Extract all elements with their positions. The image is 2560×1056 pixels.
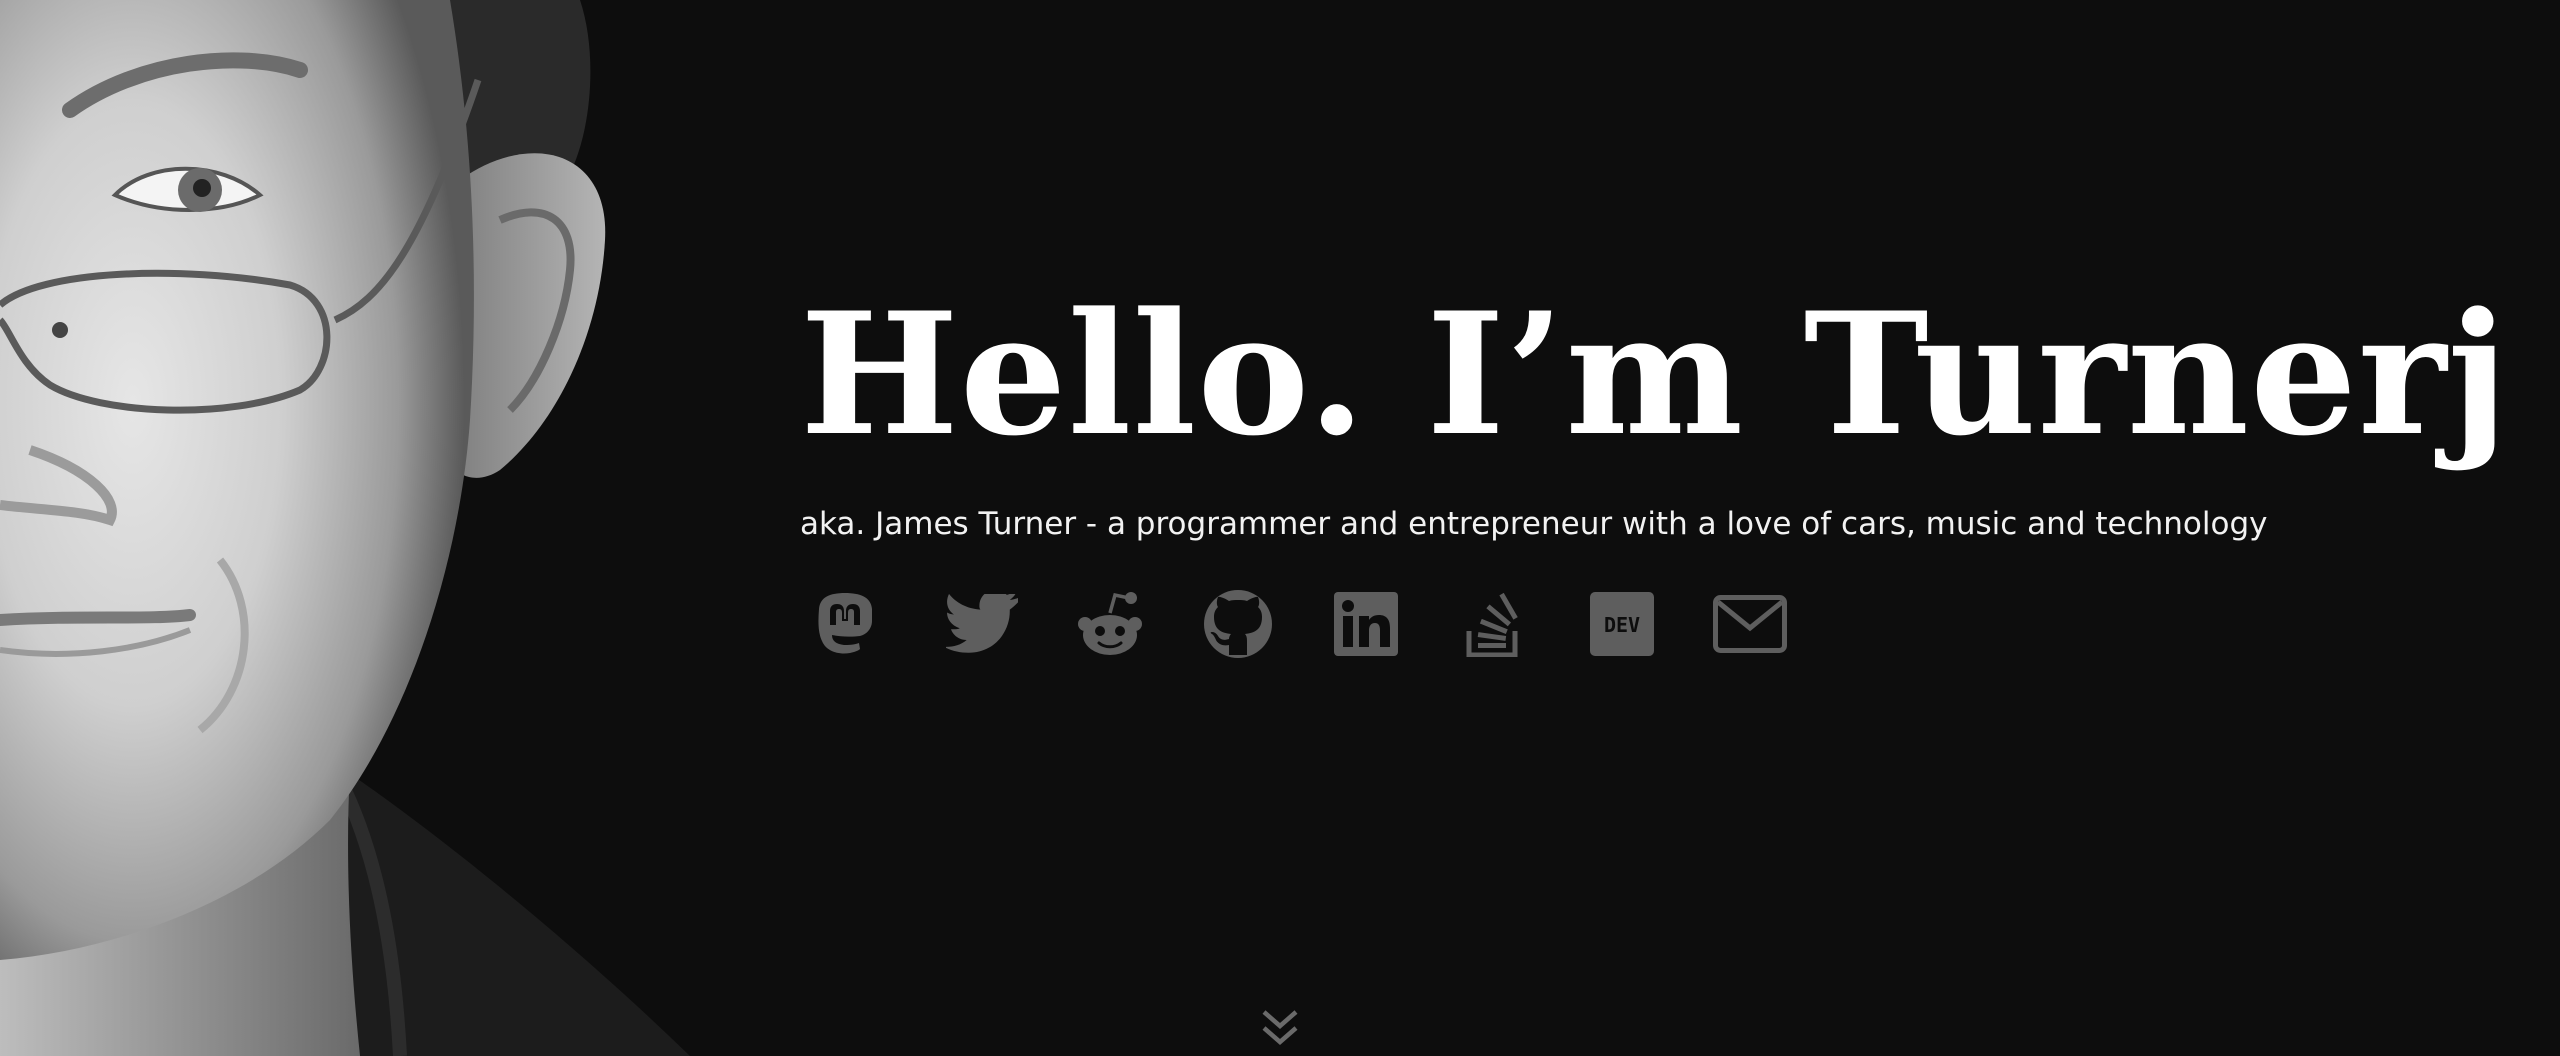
- tagline: aka. James Turner - a programmer and ent…: [800, 506, 2268, 542]
- github-icon: [1204, 590, 1272, 658]
- social-link-linkedin[interactable]: [1302, 584, 1430, 664]
- stackoverflow-icon: [1466, 592, 1518, 657]
- reddit-icon: [1078, 592, 1142, 655]
- social-link-stackoverflow[interactable]: [1430, 584, 1558, 664]
- dev-icon-label: DEV: [1604, 613, 1640, 637]
- social-link-twitter[interactable]: [918, 584, 1046, 664]
- hero-section: Hello. I’m Turnerj aka. James Turner - a…: [0, 0, 2560, 1056]
- double-chevron-down-icon[interactable]: [1258, 1006, 1302, 1050]
- portrait-image: [0, 0, 690, 1056]
- page-title: Hello. I’m Turnerj: [800, 275, 2510, 473]
- linkedin-icon: [1334, 592, 1398, 656]
- social-link-github[interactable]: [1174, 584, 1302, 664]
- mastodon-icon: [818, 593, 872, 654]
- dev-icon: DEV: [1590, 592, 1654, 656]
- social-links: DEV: [800, 584, 2509, 664]
- social-link-dev[interactable]: DEV: [1558, 584, 1686, 664]
- social-link-reddit[interactable]: [1046, 584, 1174, 664]
- social-link-mastodon[interactable]: [800, 584, 918, 664]
- envelope-icon: [1713, 595, 1787, 653]
- intro-block: Hello. I’m Turnerj aka. James Turner - a…: [800, 290, 2509, 664]
- social-link-email[interactable]: [1686, 584, 1814, 664]
- twitter-icon: [946, 594, 1018, 653]
